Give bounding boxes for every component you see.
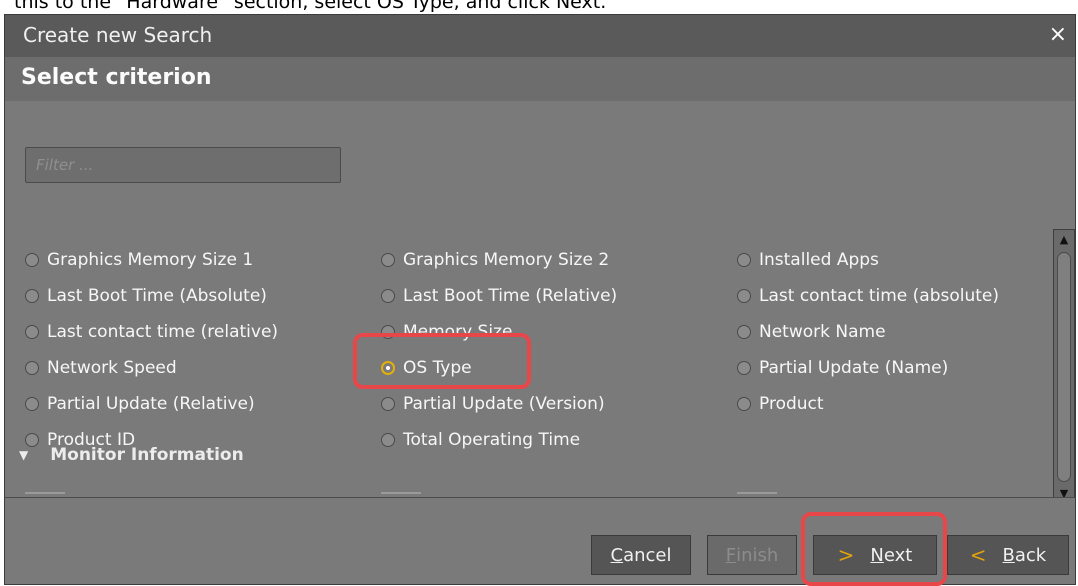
criterion-installed-apps[interactable]: Installed Apps xyxy=(737,245,879,275)
cutoff-line xyxy=(381,492,421,494)
finish-button: Finish xyxy=(707,535,797,575)
criterion-network-name[interactable]: Network Name xyxy=(737,317,886,347)
radio-icon[interactable] xyxy=(25,397,39,411)
criterion-product[interactable]: Product xyxy=(737,389,824,419)
criterion-graphics-memory-size-1[interactable]: Graphics Memory Size 1 xyxy=(25,245,253,275)
back-button[interactable]: < Back xyxy=(947,535,1069,575)
radio-icon[interactable] xyxy=(737,325,751,339)
instruction-text: this to the “Hardware” section, select O… xyxy=(14,0,607,13)
create-search-dialog: Create new Search × Select criterion Fil… xyxy=(4,14,1076,586)
criterion-last-contact-time-absolute[interactable]: Last contact time (absolute) xyxy=(737,281,999,311)
radio-icon[interactable] xyxy=(25,325,39,339)
scroll-thumb[interactable] xyxy=(1057,252,1071,482)
section-title: Select criterion xyxy=(21,65,212,90)
cutoff-line xyxy=(737,492,777,494)
radio-icon[interactable] xyxy=(381,289,395,303)
criterion-last-boot-time-relative[interactable]: Last Boot Time (Relative) xyxy=(381,281,617,311)
criterion-last-boot-time-absolute[interactable]: Last Boot Time (Absolute) xyxy=(25,281,267,311)
criterion-partial-update-version[interactable]: Partial Update (Version) xyxy=(381,389,605,419)
criterion-partial-update-relative[interactable]: Partial Update (Relative) xyxy=(25,389,255,419)
criterion-last-contact-time-relative[interactable]: Last contact time (relative) xyxy=(25,317,278,347)
criterion-network-speed[interactable]: Network Speed xyxy=(25,353,177,383)
radio-icon[interactable] xyxy=(381,433,395,447)
dialog-titlebar: Create new Search × xyxy=(5,15,1075,57)
expand-triangle-icon[interactable]: ▼ xyxy=(19,448,28,462)
cutoff-line xyxy=(25,492,65,494)
radio-icon[interactable] xyxy=(25,253,39,267)
scroll-up-icon[interactable]: ▲ xyxy=(1056,232,1072,248)
highlight-os-type xyxy=(353,333,531,389)
instruction-strip: this to the “Hardware” section, select O… xyxy=(0,0,1078,14)
filter-input[interactable]: Filter ... xyxy=(25,147,341,183)
highlight-next-button xyxy=(801,512,947,586)
criterion-partial-update-name[interactable]: Partial Update (Name) xyxy=(737,353,948,383)
radio-icon[interactable] xyxy=(737,361,751,375)
chevron-left-icon: < xyxy=(969,543,987,567)
dialog-title: Create new Search xyxy=(23,23,213,47)
close-icon[interactable]: × xyxy=(1049,22,1067,47)
radio-icon[interactable] xyxy=(25,289,39,303)
radio-icon[interactable] xyxy=(737,253,751,267)
cancel-button[interactable]: Cancel xyxy=(591,535,691,575)
criterion-total-operating-time[interactable]: Total Operating Time xyxy=(381,425,580,455)
section-header: Select criterion xyxy=(5,57,1075,101)
criterion-graphics-memory-size-2[interactable]: Graphics Memory Size 2 xyxy=(381,245,609,275)
radio-icon[interactable] xyxy=(737,397,751,411)
vertical-scrollbar[interactable]: ▲ ▼ xyxy=(1053,229,1075,505)
radio-icon[interactable] xyxy=(737,289,751,303)
radio-icon[interactable] xyxy=(25,361,39,375)
radio-icon[interactable] xyxy=(381,253,395,267)
monitor-information-group[interactable]: ▼ Monitor Information xyxy=(19,445,244,465)
radio-icon[interactable] xyxy=(381,397,395,411)
